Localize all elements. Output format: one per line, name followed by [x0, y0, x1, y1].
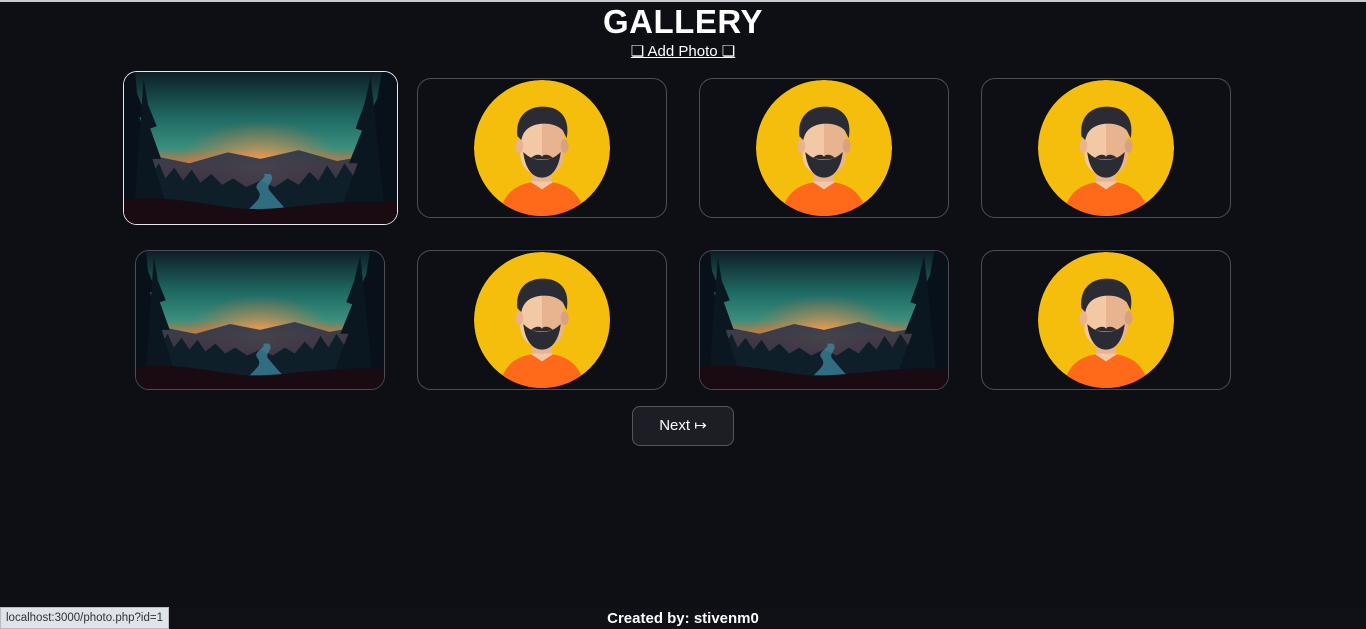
window-top-edge	[0, 0, 1366, 2]
footer: Created by: stivenm0	[0, 608, 1366, 629]
avatar-image	[982, 251, 1230, 389]
gallery-photo-7[interactable]	[699, 250, 949, 390]
avatar-image	[982, 79, 1230, 217]
gallery-photo-8[interactable]	[981, 250, 1231, 390]
gallery-photo-4[interactable]	[981, 78, 1231, 218]
add-photo-link[interactable]: ❏ Add Photo ❏	[631, 43, 735, 60]
next-button[interactable]: Next ↦	[632, 406, 734, 446]
footer-credit: Created by: stivenm0	[607, 610, 759, 627]
avatar-image	[418, 79, 666, 217]
avatar-image	[700, 79, 948, 217]
gallery-photo-3[interactable]	[699, 78, 949, 218]
landscape-image	[136, 251, 384, 389]
gallery-photo-5[interactable]	[135, 250, 385, 390]
gallery-photo-2[interactable]	[417, 78, 667, 218]
status-bar-url: localhost:3000/photo.php?id=1	[0, 607, 169, 629]
landscape-image	[700, 251, 948, 389]
gallery-photo-6[interactable]	[417, 250, 667, 390]
gallery-photo-1[interactable]	[123, 71, 398, 225]
page-title: GALLERY	[603, 3, 763, 40]
add-photo-container: ❏ Add Photo ❏	[0, 43, 1366, 61]
avatar-image	[418, 251, 666, 389]
landscape-image	[124, 72, 397, 224]
